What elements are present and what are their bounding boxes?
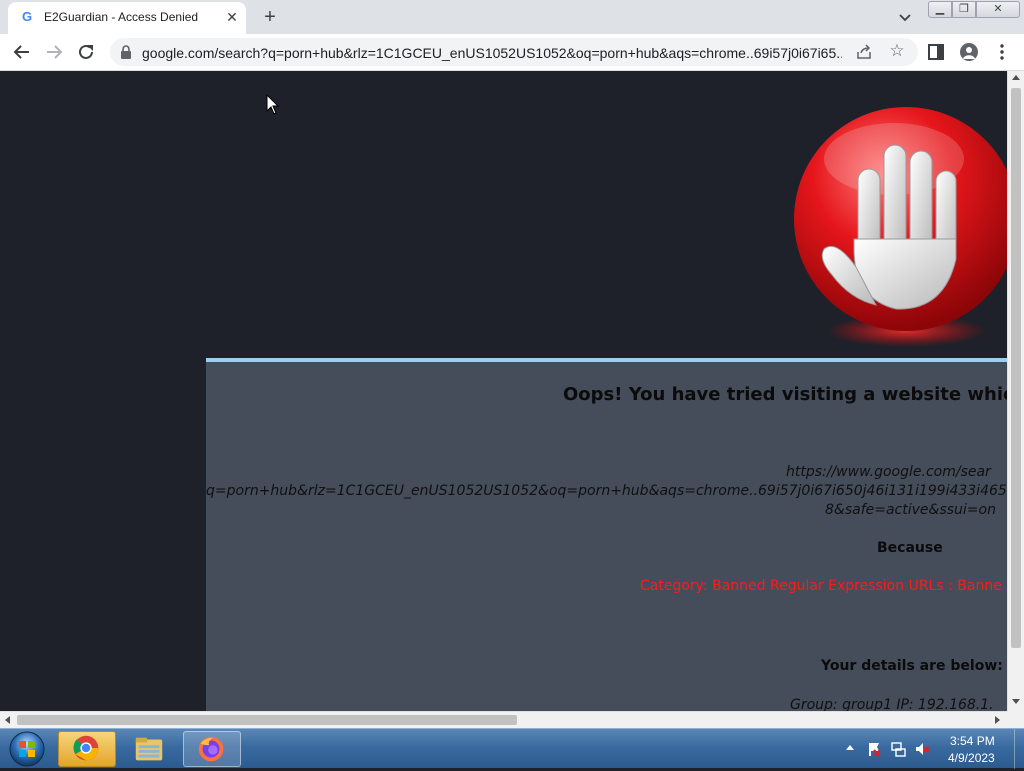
side-panel-icon[interactable]: [928, 44, 944, 60]
window-minimize-button[interactable]: ▁: [928, 1, 952, 18]
blocked-url-line-2: q=porn+hub&rlz=1C1GCEU_enUS1052US1052&oq…: [206, 483, 1007, 499]
blocked-heading: Oops! You have tried visiting a website …: [563, 384, 1007, 405]
lock-icon[interactable]: [120, 45, 132, 59]
scroll-up-arrow-icon[interactable]: [1012, 75, 1020, 80]
action-center-flag-icon[interactable]: [866, 741, 882, 757]
taskbar-file-explorer-button[interactable]: [120, 731, 178, 767]
system-tray: 3:54 PM 4/9/2023: [840, 729, 1024, 769]
window-restore-button[interactable]: ❐: [952, 1, 976, 18]
taskbar-firefox-button[interactable]: [183, 731, 241, 767]
window-close-button[interactable]: ✕: [976, 1, 1020, 18]
details-heading: Your details are below:: [821, 658, 1003, 674]
access-denied-panel: Oops! You have tried visiting a website …: [206, 358, 1007, 711]
group-ip-line: Group: group1 IP: 192.168.1.: [790, 697, 994, 711]
network-icon[interactable]: [890, 741, 906, 757]
address-bar[interactable]: google.com/search?q=porn+hub&rlz=1C1GCEU…: [110, 38, 918, 66]
browser-toolbar: google.com/search?q=porn+hub&rlz=1C1GCEU…: [0, 34, 1024, 71]
windows-taskbar: 3:54 PM 4/9/2023: [0, 728, 1024, 769]
scrollbar-corner: [1007, 711, 1024, 728]
tab-strip: G E2Guardian - Access Denied ✕ + ▁ ❐ ✕: [0, 0, 1024, 34]
browser-tab[interactable]: G E2Guardian - Access Denied ✕: [8, 2, 246, 34]
scroll-down-arrow-icon[interactable]: [1012, 699, 1020, 704]
new-tab-button[interactable]: +: [259, 6, 281, 28]
web-page: Oops! You have tried visiting a website …: [0, 71, 1007, 711]
horizontal-scrollbar[interactable]: [0, 711, 1007, 728]
url-text[interactable]: google.com/search?q=porn+hub&rlz=1C1GCEU…: [142, 45, 842, 61]
vertical-scrollbar[interactable]: [1007, 71, 1024, 711]
browser-menu-icon[interactable]: [996, 43, 1008, 61]
because-label: Because: [877, 540, 943, 556]
taskbar-chrome-button[interactable]: [58, 731, 116, 767]
tab-search-chevron-icon[interactable]: [896, 8, 914, 26]
scroll-right-arrow-icon[interactable]: [995, 716, 1000, 724]
volume-muted-icon[interactable]: [914, 741, 930, 757]
bookmark-star-icon[interactable]: ☆: [888, 42, 906, 60]
show-desktop-button[interactable]: [1014, 729, 1024, 769]
windows-start-orb-icon[interactable]: [4, 730, 50, 768]
chrome-icon: [73, 735, 99, 761]
blocked-url-line-1: https://www.google.com/sear: [786, 464, 991, 480]
profile-avatar-icon[interactable]: [960, 43, 978, 61]
share-icon[interactable]: [856, 44, 872, 60]
blocked-url-line-3: 8&safe=active&ssui=on: [825, 502, 996, 518]
tab-close-icon[interactable]: ✕: [224, 9, 240, 25]
vertical-scroll-thumb[interactable]: [1011, 88, 1021, 648]
clock-date[interactable]: 4/9/2023: [948, 751, 995, 765]
block-category: Category: Banned Regular Expression URLs…: [640, 578, 1002, 594]
firefox-icon: [198, 736, 224, 762]
show-hidden-icons-arrow-icon[interactable]: [846, 745, 854, 750]
google-favicon-icon: G: [22, 9, 33, 24]
folder-icon: [135, 737, 163, 761]
stop-hand-icon: [794, 107, 1007, 347]
clock-time[interactable]: 3:54 PM: [950, 734, 995, 748]
horizontal-scroll-thumb[interactable]: [17, 715, 517, 725]
reload-icon[interactable]: [74, 40, 98, 64]
forward-arrow-icon[interactable]: [42, 40, 66, 64]
tab-title: E2Guardian - Access Denied: [44, 10, 199, 24]
mouse-cursor-icon: [266, 94, 280, 115]
scroll-left-arrow-icon[interactable]: [5, 716, 10, 724]
back-arrow-icon[interactable]: [10, 40, 34, 64]
